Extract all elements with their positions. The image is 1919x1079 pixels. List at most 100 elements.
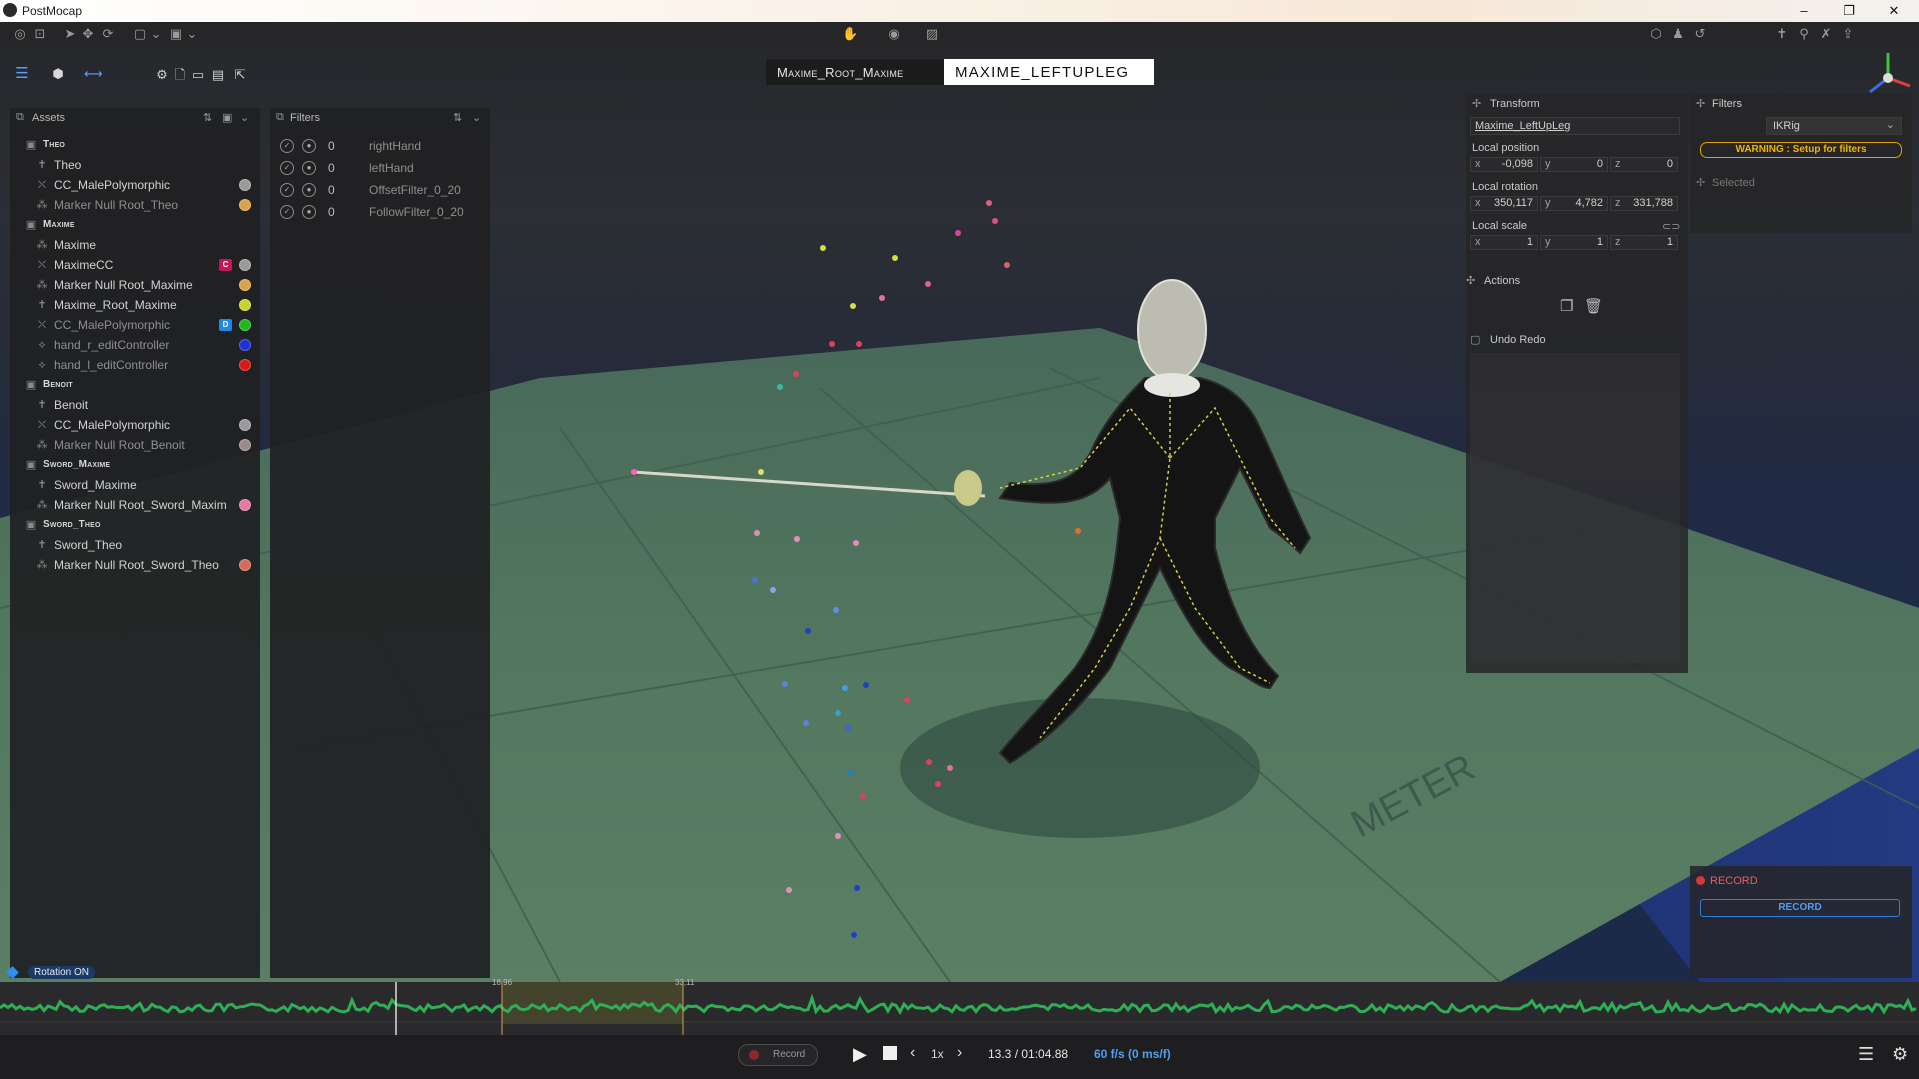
frame-icon[interactable]: ▢ <box>132 26 148 42</box>
select-icon[interactable]: ➤ <box>62 26 78 42</box>
color-dot[interactable] <box>239 499 251 511</box>
color-dot[interactable] <box>239 259 251 271</box>
filter-row[interactable]: ✓ ● 0 leftHand <box>280 158 500 178</box>
color-dot[interactable] <box>239 339 251 351</box>
cube-icon[interactable]: ⬢ <box>50 66 66 82</box>
hand-icon[interactable]: ✋ <box>842 26 858 42</box>
chevron-down-icon[interactable]: ⌄ <box>240 111 249 124</box>
paint-icon[interactable]: ⬡ <box>1648 26 1664 42</box>
asset-item[interactable]: ⟡ hand_l_editController <box>10 355 266 375</box>
asset-item[interactable]: ⁂ Maxime <box>10 235 266 255</box>
step-forward-icon[interactable]: › <box>957 1044 962 1062</box>
sort-icon[interactable]: ⇅ <box>203 111 212 124</box>
scale-y-field[interactable]: y1 <box>1540 235 1608 250</box>
color-dot[interactable] <box>239 439 251 451</box>
asset-badge[interactable]: D <box>219 319 232 331</box>
filter-row[interactable]: ✓ ● 0 FollowFilter_0_20 <box>280 202 500 222</box>
color-dot[interactable] <box>239 279 251 291</box>
color-dot[interactable] <box>239 559 251 571</box>
asset-group[interactable]: ▣ Maxime <box>10 215 266 235</box>
list-view-icon[interactable]: ☰ <box>14 66 30 82</box>
color-dot[interactable] <box>239 199 251 211</box>
check-icon[interactable]: ✓ <box>280 205 294 219</box>
asset-badge[interactable]: C <box>219 259 232 271</box>
duplicate-icon[interactable]: ❐ <box>1560 297 1573 315</box>
rotation-toggle[interactable]: Rotation ON <box>6 965 102 981</box>
close-button[interactable]: ✕ <box>1879 2 1909 20</box>
chevron-down-icon[interactable]: ⌄ <box>472 111 481 124</box>
list-icon[interactable]: ☰ <box>1858 1044 1874 1065</box>
check-icon[interactable]: ✓ <box>280 183 294 197</box>
asset-item[interactable]: ✝ Sword_Maxime <box>10 475 266 495</box>
sort-icon[interactable]: ⇅ <box>453 111 462 124</box>
color-dot[interactable] <box>239 179 251 191</box>
asset-group[interactable]: ▣ Sword_Maxime <box>10 455 266 475</box>
record-button[interactable]: RECORD <box>1700 899 1900 917</box>
export-icon[interactable]: ⇪ <box>1840 26 1856 42</box>
figure-icon[interactable]: ♟ <box>1670 26 1686 42</box>
settings-gear-icon[interactable]: ⚙ <box>1892 1044 1908 1065</box>
object-name-field[interactable]: Maxime_LeftUpLeg <box>1470 117 1680 135</box>
undo-redo-list[interactable] <box>1470 353 1680 663</box>
filter-row[interactable]: ✓ ● 0 OffsetFilter_0_20 <box>280 180 500 200</box>
stop-icon[interactable] <box>883 1046 897 1060</box>
view-options-icon[interactable]: ▣ <box>222 111 232 124</box>
layout-icon[interactable]: ▣ <box>168 26 184 42</box>
play-icon[interactable]: ▶ <box>853 1044 867 1065</box>
check-icon[interactable]: ✓ <box>280 139 294 153</box>
timeline[interactable]: 18,96 33,11 <box>0 978 1919 1037</box>
asset-group[interactable]: ▣ Benoit <box>10 375 266 395</box>
asset-item[interactable]: ⛌ CC_MalePolymorphic <box>10 175 266 195</box>
link-scale-icon[interactable]: ⊂⊃ <box>1662 220 1680 233</box>
undo-icon[interactable]: ↺ <box>1692 26 1708 42</box>
rig-select[interactable]: IKRig ⌄ <box>1766 117 1902 135</box>
rotation-x-field[interactable]: x 350,117 <box>1470 196 1538 211</box>
stand-pose-icon[interactable]: ✝ <box>1774 26 1790 42</box>
asset-item[interactable]: ⁂ Marker Null Root_Sword_Maxim <box>10 495 266 515</box>
eye-icon[interactable]: ● <box>302 183 316 197</box>
export-file-icon[interactable]: ⇱ <box>232 67 248 83</box>
rotation-y-field[interactable]: y 4,782 <box>1540 196 1608 211</box>
position-x-field[interactable]: x -0,098 <box>1470 157 1538 172</box>
color-dot[interactable] <box>239 299 251 311</box>
tools-icon[interactable]: ✗ <box>1818 26 1834 42</box>
image-icon[interactable]: ▨ <box>924 26 940 42</box>
asset-item[interactable]: ⁂ Marker Null Root_Theo <box>10 195 266 215</box>
gizmo-icon[interactable]: ◎ <box>12 26 28 42</box>
chevron-down-icon[interactable]: ⌄ <box>184 26 200 42</box>
tab-maxime-root[interactable]: Maxime_Root_Maxime <box>766 59 944 85</box>
new-file-icon[interactable]: 🗋 <box>172 67 188 83</box>
range-icon[interactable]: ⟷ <box>84 66 103 82</box>
chevron-down-icon[interactable]: ⌄ <box>148 26 164 42</box>
eye-icon[interactable]: ● <box>302 205 316 219</box>
step-back-icon[interactable]: ‹ <box>910 1044 915 1062</box>
eye-icon[interactable]: ◉ <box>886 26 902 42</box>
scale-x-field[interactable]: x1 <box>1470 235 1538 250</box>
asset-item[interactable]: ⁂ Marker Null Root_Sword_Theo <box>10 555 266 575</box>
rotation-z-field[interactable]: z 331,788 <box>1610 196 1678 211</box>
walk-pose-icon[interactable]: ⚲ <box>1796 26 1812 42</box>
check-icon[interactable]: ✓ <box>280 161 294 175</box>
asset-item[interactable]: ⁂ Marker Null Root_Maxime <box>10 275 266 295</box>
asset-item[interactable]: ⟡ hand_r_editController <box>10 335 266 355</box>
asset-item[interactable]: ⛌ MaximeCC C <box>10 255 266 275</box>
color-dot[interactable] <box>239 419 251 431</box>
asset-item[interactable]: ⁂ Marker Null Root_Benoit <box>10 435 266 455</box>
save-icon[interactable]: ▤ <box>210 67 226 83</box>
asset-item[interactable]: ✝ Benoit <box>10 395 266 415</box>
asset-group[interactable]: ▣ Sword_Theo <box>10 515 266 535</box>
eye-icon[interactable]: ● <box>302 139 316 153</box>
settings-gear-icon[interactable]: ⚙ <box>154 67 170 83</box>
asset-item[interactable]: ✝ Maxime_Root_Maxime <box>10 295 266 315</box>
position-z-field[interactable]: z0 <box>1610 157 1678 172</box>
filter-row[interactable]: ✓ ● 0 rightHand <box>280 136 500 156</box>
asset-item[interactable]: ✝ Sword_Theo <box>10 535 266 555</box>
record-toggle-button[interactable]: Record <box>738 1044 818 1066</box>
asset-group[interactable]: ▣ Theo <box>10 135 266 155</box>
minimize-button[interactable]: – <box>1789 2 1819 20</box>
tab-maxime-leftupleg[interactable]: MAXIME_LEFTUPLEG <box>944 59 1154 85</box>
color-dot[interactable] <box>239 319 251 331</box>
3d-viewport[interactable]: METER Maxime_Root_Maxime MAXIME_LEFTUPLE… <box>0 48 1919 982</box>
scale-z-field[interactable]: z1 <box>1610 235 1678 250</box>
asset-item[interactable]: ⛌ CC_MalePolymorphic D <box>10 315 266 335</box>
